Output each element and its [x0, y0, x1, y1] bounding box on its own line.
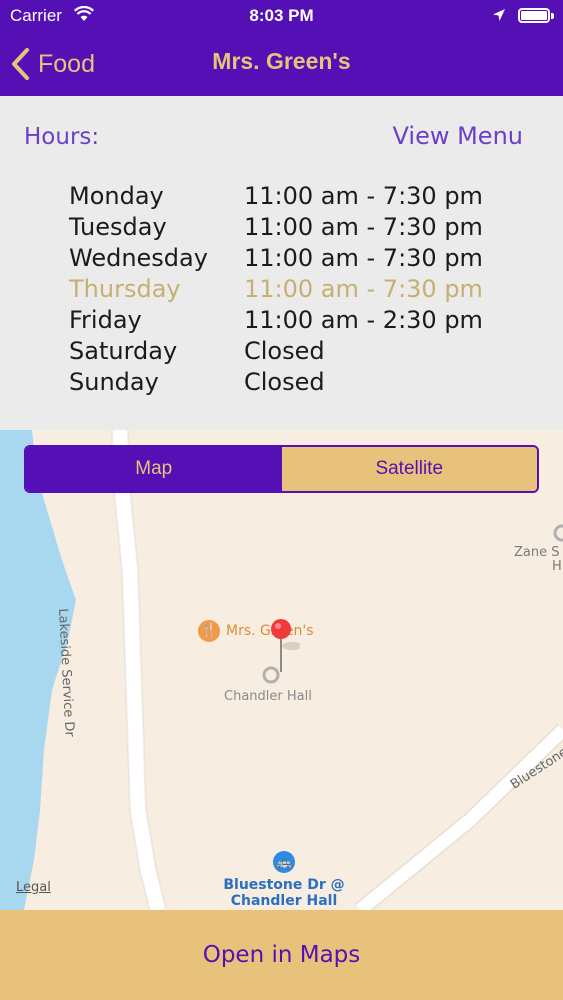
day-label: Sunday — [69, 368, 159, 396]
open-in-maps-button[interactable]: Open in Maps — [0, 910, 563, 1000]
page-title: Mrs. Green's — [212, 48, 351, 74]
day-label: Monday — [69, 182, 164, 210]
clock: 8:03 PM — [249, 6, 314, 25]
navigation-bar: Carrier 8:03 PM Food Mrs. Green's — [0, 0, 563, 96]
status-bar: Carrier 8:03 PM — [0, 0, 563, 32]
location-arrow-icon — [493, 9, 505, 21]
hours-table: Monday 11:00 am - 7:30 pm Tuesday 11:00 … — [69, 182, 483, 399]
time-range: 11:00 am - 2:30 pm — [244, 306, 483, 334]
bus-stop-icon[interactable]: 🚌 — [273, 851, 295, 873]
hours-row-tuesday: Tuesday 11:00 am - 7:30 pm — [69, 213, 483, 244]
map-type-segmented-control[interactable]: Map Satellite — [24, 445, 539, 493]
bus-stop-label[interactable]: Bluestone Dr @ Chandler Hall — [220, 877, 348, 909]
time-range: 11:00 am - 7:30 pm — [244, 182, 483, 210]
map-type-option-map[interactable]: Map — [26, 447, 282, 491]
hours-heading: Hours: — [24, 124, 100, 150]
building-label-zane-line2: H — [552, 559, 562, 574]
time-range: Closed — [244, 337, 325, 365]
hours-row-thursday: Thursday 11:00 am - 7:30 pm — [69, 275, 483, 306]
view-menu-button[interactable]: View Menu — [393, 122, 523, 150]
restaurant-icon[interactable]: 🍴 — [198, 620, 220, 642]
bus-stop-label-line1: Bluestone Dr @ — [223, 877, 345, 893]
time-range: 11:00 am - 7:30 pm — [244, 275, 483, 303]
map-type-option-satellite[interactable]: Satellite — [281, 447, 537, 491]
time-range: Closed — [244, 368, 325, 396]
hours-row-monday: Monday 11:00 am - 7:30 pm — [69, 182, 483, 213]
day-label: Tuesday — [69, 213, 167, 241]
day-label: Wednesday — [69, 244, 208, 272]
map-pin-icon[interactable] — [270, 618, 300, 678]
building-label-zane-line1: Zane S — [514, 545, 560, 560]
bus-stop-label-line2: Chandler Hall — [230, 893, 338, 909]
time-range: 11:00 am - 7:30 pm — [244, 244, 483, 272]
hours-row-wednesday: Wednesday 11:00 am - 7:30 pm — [69, 244, 483, 275]
legal-link[interactable]: Legal — [16, 880, 51, 895]
battery-tip — [551, 13, 554, 19]
hours-row-saturday: Saturday Closed — [69, 337, 483, 368]
day-label: Saturday — [69, 337, 178, 365]
building-label-chandler: Chandler Hall — [224, 689, 312, 704]
hours-row-sunday: Sunday Closed — [69, 368, 483, 399]
day-label: Friday — [69, 306, 142, 334]
day-label: Thursday — [69, 275, 181, 303]
battery-icon — [518, 8, 550, 23]
hours-row-friday: Friday 11:00 am - 2:30 pm — [69, 306, 483, 337]
time-range: 11:00 am - 7:30 pm — [244, 213, 483, 241]
building-label-zane: Zane S H — [514, 546, 562, 574]
